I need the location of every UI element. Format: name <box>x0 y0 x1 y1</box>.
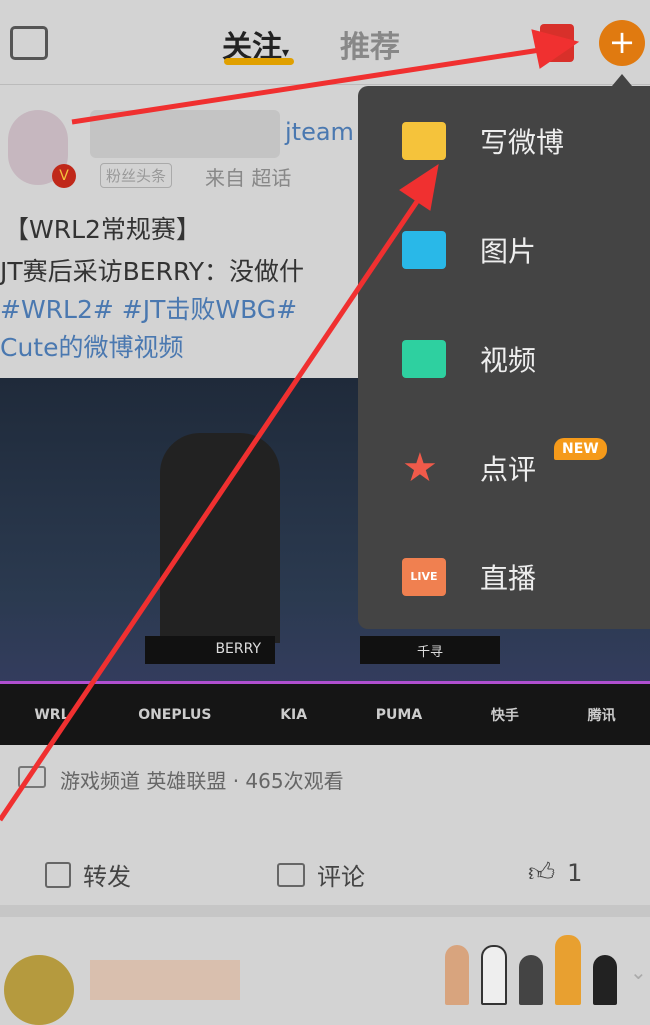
annotation-arrows <box>0 29 580 822</box>
arrow-to-plus <box>71 29 580 125</box>
arrow-to-write <box>0 163 439 822</box>
